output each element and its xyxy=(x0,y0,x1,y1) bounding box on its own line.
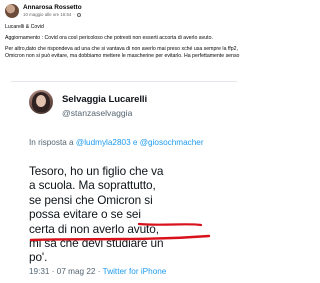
post-author[interactable]: Annarosa Rossetto xyxy=(23,4,82,11)
tweet-author-handle: @stanzaselvaggia xyxy=(62,108,133,118)
tweet-time: 19:31 xyxy=(29,267,50,276)
reply-context: In risposta a @ludmyla2803 e @giosochmac… xyxy=(29,138,234,149)
caption-comment: Per altro,dato che rispondeva ad una che… xyxy=(5,45,240,59)
meta-separator: · xyxy=(73,12,75,17)
tweet-author-name: Selvaggia Lucarelli xyxy=(62,94,148,105)
tweet-line: possa evitare o se sei xyxy=(29,207,141,222)
avatar-face xyxy=(36,95,46,107)
post-header: Annarosa Rossetto 10 maggio alle ore 16:… xyxy=(5,4,245,22)
tweet-date: 07 mag 22 xyxy=(56,267,96,276)
post-caption: Lucarelli & Covid Aggiornamento : Covid … xyxy=(5,24,245,64)
tweet-body: Tesoro, ho un figlio che va a scuola. Ma… xyxy=(29,164,234,265)
post-date[interactable]: 10 maggio alle ore 16:54 xyxy=(23,12,71,17)
author-avatar[interactable] xyxy=(5,4,19,18)
reply-prefix: In risposta a xyxy=(29,138,74,147)
tweet-screenshot[interactable]: Selvaggia Lucarelli @stanzaselvaggia In … xyxy=(11,82,237,280)
tweet-line: Tesoro, ho un figlio che va xyxy=(29,164,164,178)
tweet-line: certa di non averlo avuto, xyxy=(29,221,159,236)
tweet-meta: 19:31 · 07 mag 22 · Twitter for iPhone xyxy=(29,267,166,276)
post-meta: 10 maggio alle ore 16:54 · xyxy=(23,12,81,17)
tweet-line: a scuola. Ma soprattutto, xyxy=(29,178,156,193)
tweet-line: se pensi che Omicron si xyxy=(29,192,153,207)
tweet-source: Twitter for iPhone xyxy=(102,267,167,276)
globe-icon xyxy=(76,12,81,17)
tweet-avatar xyxy=(29,90,53,114)
reply-mentions: @ludmyla2803 e @giosochmacher xyxy=(75,138,204,147)
caption-title: Lucarelli & Covid xyxy=(5,24,44,30)
tweet-line: po'. xyxy=(29,250,48,265)
tweet-line: mi sa che devi studiare un xyxy=(29,236,164,251)
caption-update: Aggiornamento : Covid ora così pericolos… xyxy=(5,34,213,41)
